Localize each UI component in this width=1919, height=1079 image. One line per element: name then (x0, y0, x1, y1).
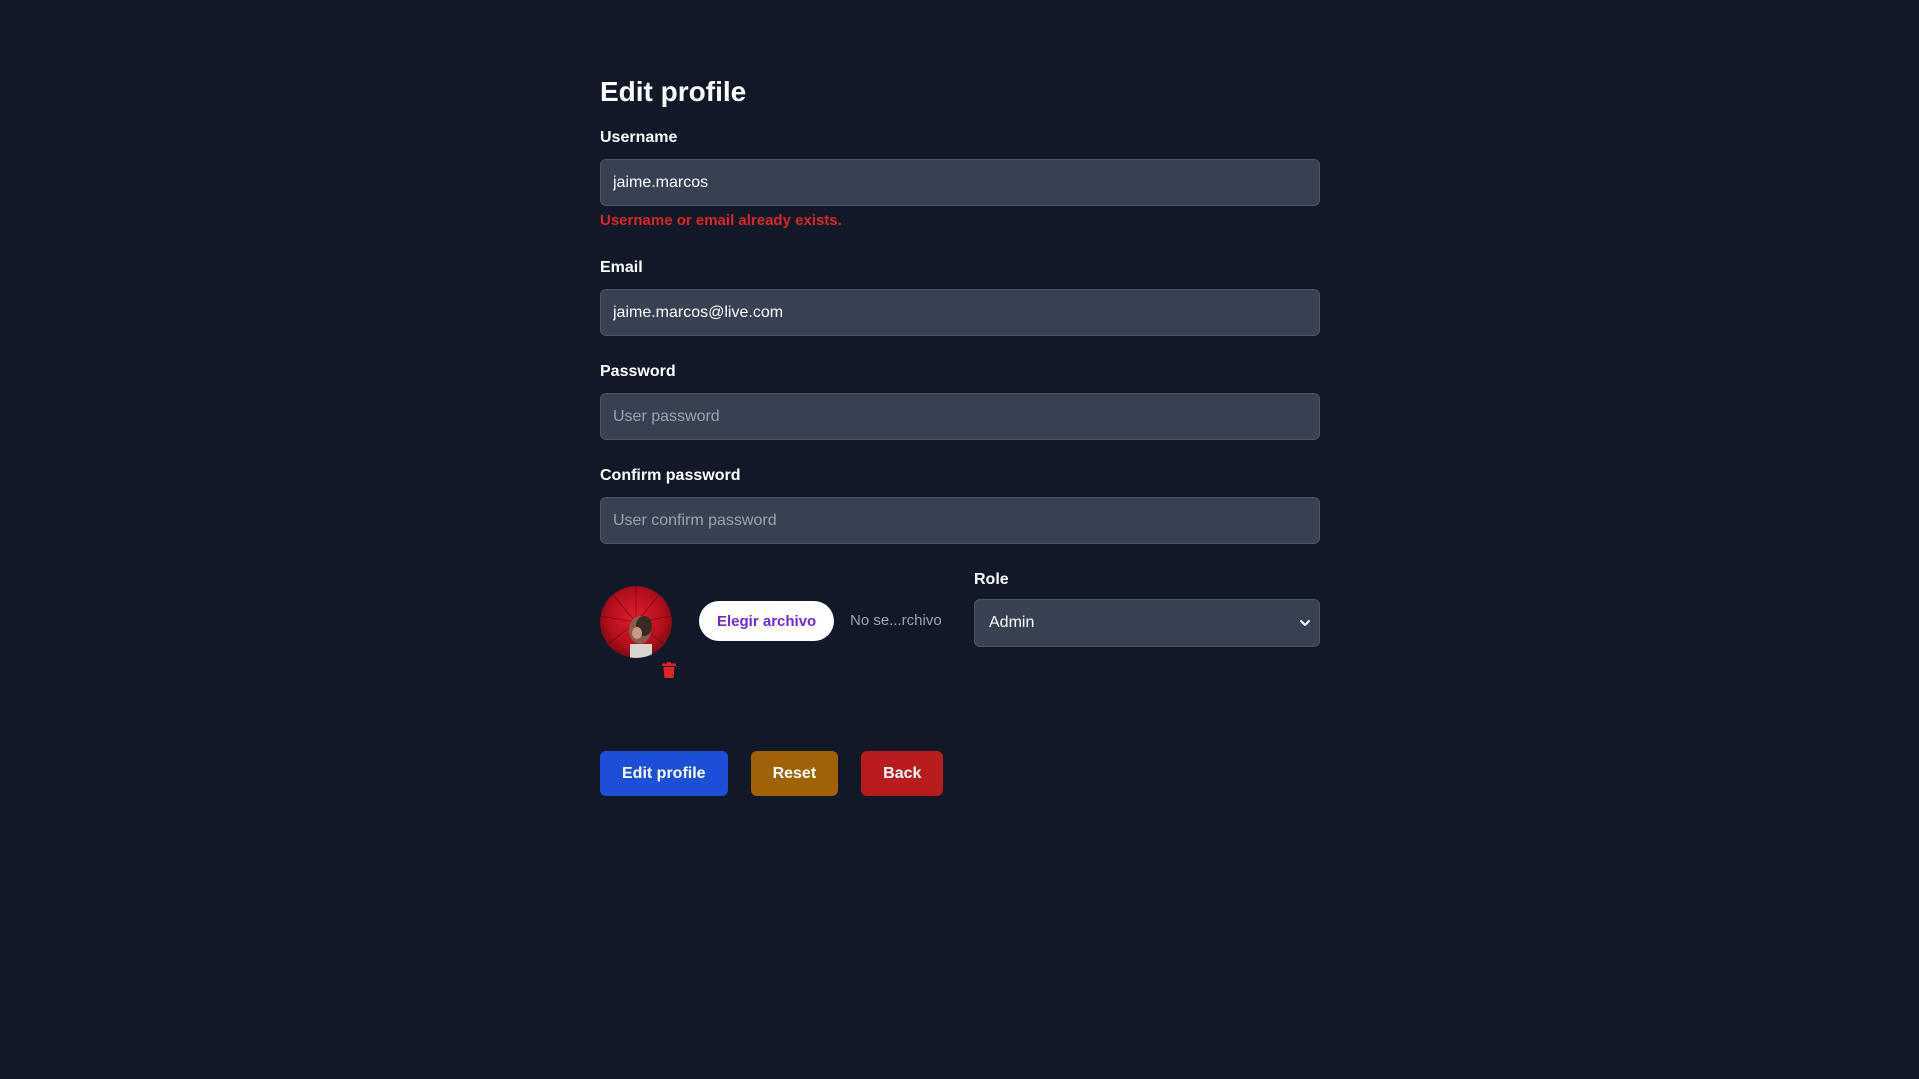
edit-profile-button[interactable]: Edit profile (600, 751, 728, 796)
avatar-container (600, 586, 676, 678)
edit-profile-form: Edit profile Username Username or email … (600, 72, 1320, 690)
confirm-password-input[interactable] (600, 497, 1320, 544)
page-title: Edit profile (600, 76, 747, 107)
trash-icon[interactable] (662, 662, 676, 678)
email-input[interactable] (600, 289, 1320, 336)
password-input[interactable] (600, 393, 1320, 440)
username-field-group: Username Username or email already exist… (600, 128, 1320, 231)
chevron-down-icon (1300, 620, 1310, 626)
reset-button[interactable]: Reset (750, 751, 839, 796)
role-select[interactable]: Admin (974, 599, 1320, 647)
back-button[interactable]: Back (861, 751, 944, 796)
username-error-message: Username or email already exists. (600, 212, 842, 229)
choose-file-button[interactable]: Elegir archivo (699, 601, 835, 641)
password-label: Password (600, 363, 676, 380)
avatar-role-row: Elegir archivo No se...rchivo Role Admin (600, 570, 1320, 690)
confirm-password-label: Confirm password (600, 467, 741, 484)
password-field-group: Password (600, 362, 1320, 440)
role-selected-value: Admin (989, 614, 1035, 631)
confirm-password-field-group: Confirm password (600, 466, 1320, 544)
file-status-text: No se...rchivo (850, 612, 942, 629)
role-label: Role (974, 571, 1009, 588)
username-input[interactable] (600, 159, 1320, 206)
username-label: Username (600, 129, 678, 146)
avatar (600, 586, 672, 658)
email-label: Email (600, 259, 643, 276)
form-actions: Edit profile Reset Back (600, 751, 944, 796)
email-field-group: Email (600, 258, 1320, 336)
